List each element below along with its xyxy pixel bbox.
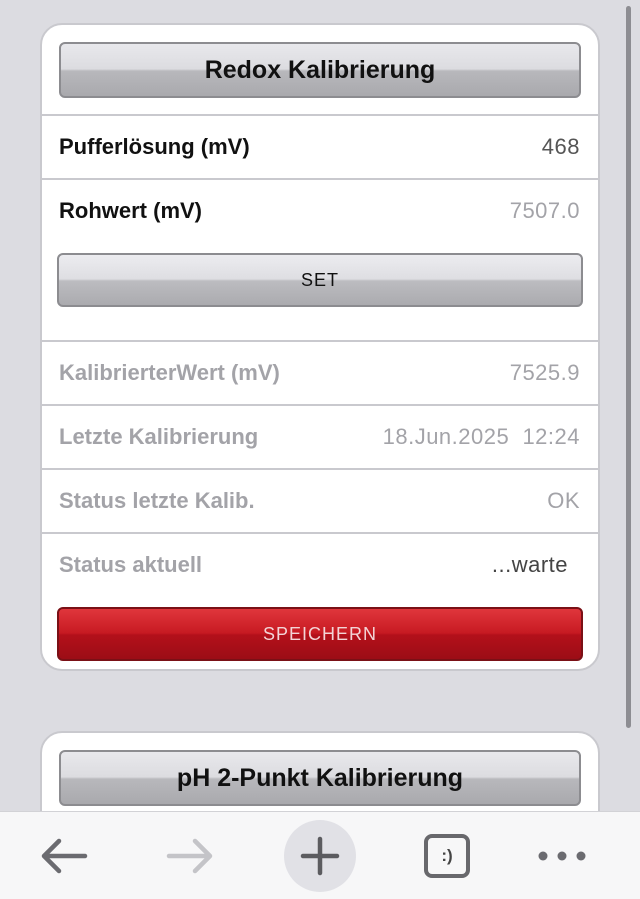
buffer-label: Pufferlösung (mV) — [59, 134, 250, 159]
redox-calibration-card: Redox Kalibrierung Pufferlösung (mV) 468… — [40, 23, 600, 671]
status-current-value: ...warte — [491, 552, 568, 577]
buffer-row: Pufferlösung (mV) 468 — [42, 114, 598, 178]
set-button[interactable]: SET — [57, 253, 583, 307]
raw-value: 7507.0 — [509, 198, 580, 223]
calibrated-label: KalibrierterWert (mV) — [59, 360, 280, 385]
back-button[interactable] — [27, 820, 99, 892]
status-last-label: Status letzte Kalib. — [59, 488, 255, 513]
status-last-row: Status letzte Kalib. OK — [42, 468, 598, 532]
scrollbar[interactable] — [626, 6, 631, 728]
status-last-value: OK — [547, 488, 580, 513]
raw-row: Rohwert (mV) 7507.0 — [42, 178, 598, 242]
more-dots-icon — [538, 851, 586, 861]
status-current-label: Status aktuell — [59, 552, 203, 577]
tabs-icon: :) — [424, 834, 470, 878]
forward-button[interactable] — [155, 820, 227, 892]
raw-label: Rohwert (mV) — [59, 198, 202, 223]
calibrated-row: KalibrierterWert (mV) 7525.9 — [42, 340, 598, 404]
ph-title-button[interactable]: pH 2-Punkt Kalibrierung — [59, 750, 581, 806]
save-button[interactable]: SPEICHERN — [57, 607, 583, 661]
plus-icon — [300, 836, 340, 876]
arrow-left-icon — [41, 838, 88, 874]
tabs-label: :) — [441, 846, 453, 865]
redox-title-button[interactable]: Redox Kalibrierung — [59, 42, 581, 98]
last-calibration-value: 18.Jun.2025 12:24 — [382, 424, 580, 449]
arrow-right-icon — [166, 838, 213, 874]
buffer-value-field[interactable]: 468 — [542, 134, 580, 160]
last-calibration-row: Letzte Kalibrierung 18.Jun.2025 12:24 — [42, 404, 598, 468]
more-button[interactable] — [526, 820, 598, 892]
status-current-row: Status aktuell ...warte — [42, 532, 598, 596]
last-calibration-label: Letzte Kalibrierung — [59, 424, 259, 449]
new-tab-button[interactable] — [284, 820, 356, 892]
browser-toolbar: :) — [0, 811, 640, 899]
tabs-button[interactable]: :) — [411, 820, 483, 892]
calibrated-value: 7525.9 — [509, 360, 580, 385]
